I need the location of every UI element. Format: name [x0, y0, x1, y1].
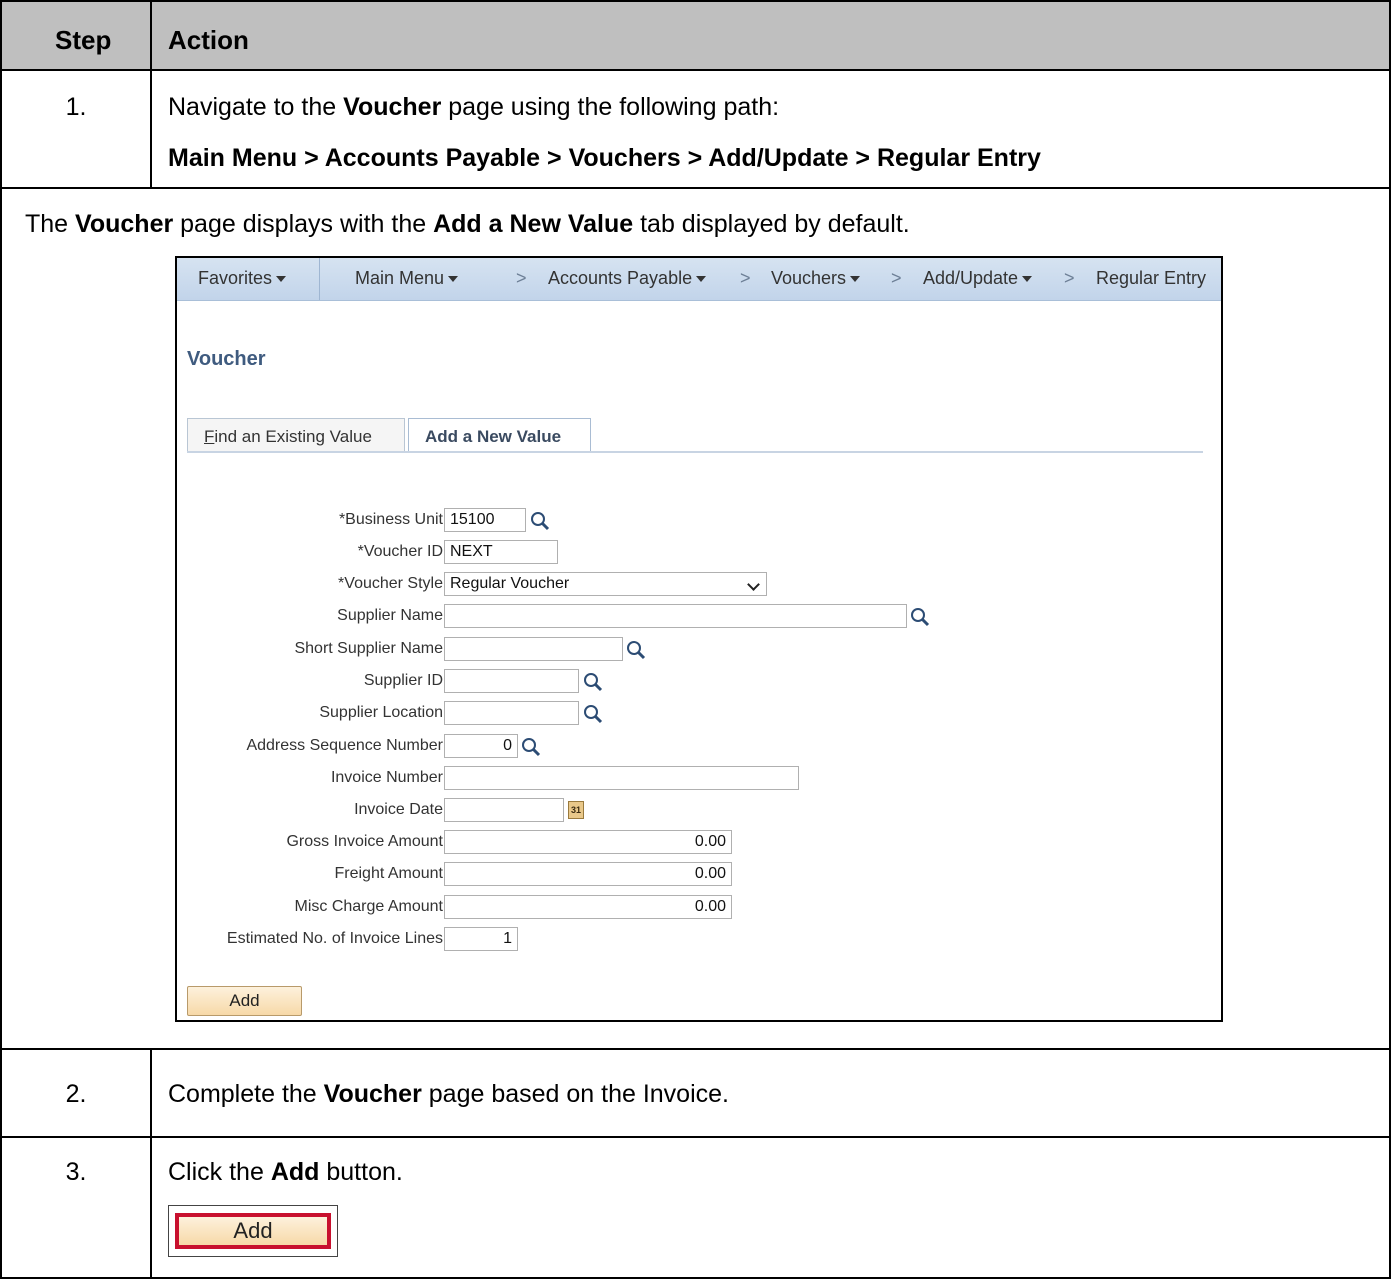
invoice-number-label: Invoice Number — [330, 769, 443, 786]
nav-accounts-payable[interactable]: Accounts Payable — [548, 268, 707, 289]
header-step: Step — [55, 25, 112, 55]
step1-text: Navigate to the Voucher page using the f… — [168, 93, 780, 121]
voucher-style-label: *Voucher Style — [338, 575, 443, 592]
magnifier-icon[interactable] — [529, 510, 551, 532]
invoice-date-field[interactable] — [444, 798, 564, 822]
nav-separator — [319, 258, 320, 300]
divider — [0, 1048, 1391, 1050]
breadcrumb-chevron-icon: > — [516, 268, 527, 288]
voucher-id-field[interactable]: NEXT — [444, 540, 558, 564]
breadcrumb-chevron-icon: > — [1064, 268, 1075, 288]
estimated-lines-field[interactable]: 1 — [444, 927, 518, 951]
breadcrumb-chevron-icon: > — [740, 268, 751, 288]
business-unit-label: *Business Unit — [338, 511, 443, 528]
supplier-id-field[interactable] — [444, 669, 579, 693]
divider — [0, 187, 1391, 189]
supplier-id-label: Supplier ID — [363, 672, 443, 689]
step-number: 3. — [65, 1158, 87, 1186]
nav-main-menu[interactable]: Main Menu — [355, 268, 459, 289]
divider — [0, 69, 1391, 71]
nav-add-update[interactable]: Add/Update — [923, 268, 1033, 289]
address-sequence-field[interactable]: 0 — [444, 734, 518, 758]
voucher-style-select[interactable]: Regular Voucher — [444, 572, 767, 596]
breadcrumb-chevron-icon: > — [891, 268, 902, 288]
voucher-id-label: *Voucher ID — [357, 543, 443, 560]
nav-favorites[interactable]: Favorites — [198, 268, 287, 289]
step2-text: Complete the Voucher page based on the I… — [168, 1080, 729, 1108]
caret-down-icon — [448, 276, 459, 283]
invoice-number-field[interactable] — [444, 766, 799, 790]
divider — [0, 1136, 1391, 1138]
instruction-table: Step Action 1. Navigate to the Voucher p… — [0, 0, 1392, 1280]
navigation-bar: Favorites Main Menu > Accounts Payable >… — [177, 258, 1221, 301]
page-title: Voucher — [187, 348, 266, 370]
gross-invoice-amount-label: Gross Invoice Amount — [286, 833, 443, 850]
voucher-screenshot: Favorites Main Menu > Accounts Payable >… — [175, 256, 1223, 1022]
short-supplier-name-field[interactable] — [444, 637, 623, 661]
border-top — [0, 0, 1391, 2]
nav-regular-entry[interactable]: Regular Entry — [1096, 268, 1206, 289]
tab-find-existing[interactable]: Find an Existing Value — [187, 418, 405, 452]
magnifier-icon[interactable] — [909, 606, 931, 628]
freight-amount-label: Freight Amount — [334, 865, 444, 882]
add-button[interactable]: Add — [175, 1213, 331, 1249]
note-text: The Voucher page displays with the Add a… — [25, 210, 910, 238]
tab-accesskey: F — [204, 427, 215, 446]
supplier-location-label: Supplier Location — [319, 704, 443, 721]
address-sequence-label: Address Sequence Number — [246, 737, 443, 754]
estimated-lines-label: Estimated No. of Invoice Lines — [226, 930, 443, 947]
step-number: 2. — [65, 1080, 87, 1108]
magnifier-icon[interactable] — [520, 736, 542, 758]
add-button-callout: Add — [168, 1205, 338, 1257]
navigation-path: Main Menu > Accounts Payable > Vouchers … — [168, 144, 1041, 172]
short-supplier-name-label: Short Supplier Name — [294, 640, 443, 657]
step3-text: Click the Add button. — [168, 1158, 403, 1186]
gross-invoice-amount-field[interactable]: 0.00 — [444, 830, 732, 854]
magnifier-icon[interactable] — [625, 639, 647, 661]
caret-down-icon — [696, 276, 707, 283]
magnifier-icon[interactable] — [582, 703, 604, 725]
caret-down-icon — [1022, 276, 1033, 283]
business-unit-field[interactable]: 15100 — [444, 508, 526, 532]
caret-down-icon — [850, 276, 861, 283]
supplier-name-label: Supplier Name — [337, 607, 443, 624]
chevron-down-icon — [747, 578, 760, 591]
tab-find-existing-rest: ind an Existing Value — [214, 427, 372, 446]
misc-charge-amount-field[interactable]: 0.00 — [444, 895, 732, 919]
tab-add-new[interactable]: Add a New Value — [408, 418, 591, 452]
magnifier-icon[interactable] — [582, 671, 604, 693]
misc-charge-amount-label: Misc Charge Amount — [294, 898, 443, 915]
tab-underline — [187, 451, 1203, 453]
header-action: Action — [168, 25, 249, 55]
supplier-location-field[interactable] — [444, 701, 579, 725]
nav-vouchers[interactable]: Vouchers — [771, 268, 861, 289]
caret-down-icon — [276, 276, 287, 283]
step-number: 1. — [65, 93, 87, 121]
border-bottom — [0, 1277, 1391, 1279]
freight-amount-field[interactable]: 0.00 — [444, 862, 732, 886]
calendar-icon[interactable]: 31 — [568, 801, 584, 819]
border-right — [1389, 0, 1391, 1279]
add-button[interactable]: Add — [187, 986, 302, 1016]
supplier-name-field[interactable] — [444, 604, 907, 628]
invoice-date-label: Invoice Date — [354, 801, 443, 818]
